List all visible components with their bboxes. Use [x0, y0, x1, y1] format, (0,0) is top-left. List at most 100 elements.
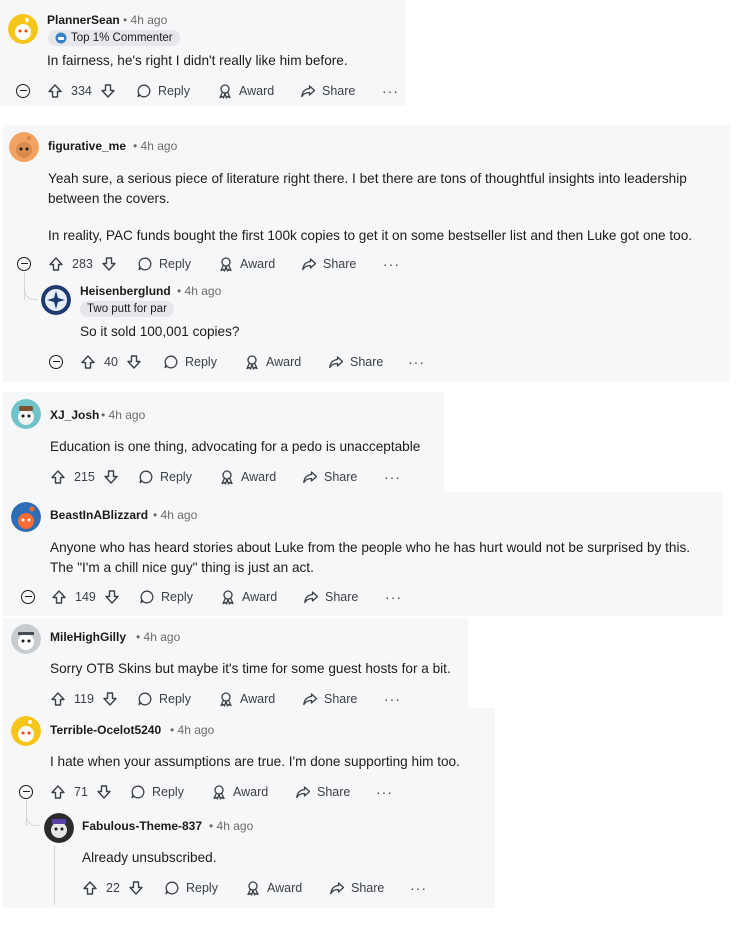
collapse-icon[interactable] [17, 257, 31, 271]
award-label: Award [266, 355, 302, 369]
award-button[interactable]: Award [245, 876, 302, 900]
share-icon [304, 591, 319, 604]
avatar[interactable] [11, 399, 41, 429]
flair-text: Two putt for par [87, 303, 167, 315]
share-button[interactable]: Share [301, 252, 356, 276]
thread-line [54, 845, 55, 905]
award-button[interactable]: Award [219, 465, 276, 489]
reply-button[interactable]: Reply [139, 585, 193, 609]
award-button[interactable]: Award [217, 79, 274, 103]
share-icon [329, 356, 344, 369]
downvote-icon[interactable] [128, 880, 144, 896]
avatar[interactable] [41, 285, 71, 315]
comment-username[interactable]: Fabulous-Theme-837 [82, 819, 202, 833]
vote-control: 40 [80, 350, 142, 374]
comment-username[interactable]: BeastInABlizzard [50, 508, 148, 522]
vote-control: 215 [50, 465, 119, 489]
award-button[interactable]: Award [218, 252, 275, 276]
upvote-icon[interactable] [51, 589, 67, 605]
upvote-icon[interactable] [80, 354, 96, 370]
award-button[interactable]: Award [220, 585, 277, 609]
upvote-icon[interactable] [47, 83, 63, 99]
share-label: Share [317, 785, 351, 799]
reply-button[interactable]: Reply [164, 876, 218, 900]
timestamp-text: 4h ago [216, 819, 254, 833]
award-button[interactable]: Award [244, 350, 301, 374]
avatar[interactable] [11, 624, 41, 654]
reply-button[interactable]: Reply [137, 252, 191, 276]
comment-username[interactable]: MileHighGilly [50, 630, 126, 644]
avatar[interactable] [44, 813, 74, 843]
share-icon [303, 693, 318, 706]
reply-label: Reply [185, 355, 217, 369]
share-icon [330, 882, 345, 895]
flair-text: Top 1% Commenter [71, 32, 173, 44]
avatar[interactable] [8, 14, 38, 44]
vote-count: 149 [75, 590, 96, 604]
comment-timestamp: • 4h ago [177, 284, 222, 298]
award-button[interactable]: Award [211, 780, 268, 804]
comment-body: Anyone who has heard stories about Luke … [50, 538, 690, 578]
collapse-icon[interactable] [49, 355, 63, 369]
comment-username[interactable]: XJ_Josh [50, 408, 99, 422]
comment-text-line: I hate when your assumptions are true. I… [50, 754, 460, 769]
comment-text-line: between the covers. [48, 191, 170, 206]
share-button[interactable]: Share [300, 79, 355, 103]
more-options-icon[interactable]: ··· [385, 588, 402, 612]
comment-username[interactable]: figurative_me [48, 139, 126, 153]
timestamp-text: 4h ago [130, 13, 168, 27]
more-options-icon[interactable]: ··· [382, 82, 399, 106]
collapse-icon[interactable] [21, 590, 35, 604]
share-button[interactable]: Share [302, 465, 357, 489]
comment-timestamp: • 4h ago [170, 723, 215, 737]
collapse-icon[interactable] [16, 84, 30, 98]
share-button[interactable]: Share [329, 876, 384, 900]
comment-username[interactable]: PlannerSean [47, 13, 120, 27]
vote-count: 334 [71, 84, 92, 98]
share-button[interactable]: Share [303, 585, 358, 609]
comment-body: Yeah sure, a serious piece of literature… [48, 169, 692, 246]
downvote-icon[interactable] [102, 691, 118, 707]
collapse-icon[interactable] [19, 785, 33, 799]
downvote-icon[interactable] [104, 589, 120, 605]
upvote-icon[interactable] [50, 469, 66, 485]
reply-button[interactable]: Reply [163, 350, 217, 374]
upvote-icon[interactable] [82, 880, 98, 896]
more-options-icon[interactable]: ··· [408, 353, 425, 377]
comment-timestamp: • 4h ago [209, 819, 254, 833]
award-icon [219, 84, 231, 99]
avatar[interactable] [9, 132, 39, 162]
more-options-icon[interactable]: ··· [410, 879, 427, 903]
share-button[interactable]: Share [295, 780, 350, 804]
comment-body: In fairness, he's right I didn't really … [47, 51, 348, 71]
more-options-icon[interactable]: ··· [383, 255, 400, 279]
reply-button[interactable]: Reply [136, 79, 190, 103]
more-options-icon[interactable]: ··· [376, 783, 393, 807]
reply-icon [164, 355, 178, 369]
upvote-icon[interactable] [50, 784, 66, 800]
comment-text-line: In reality, PAC funds bought the first 1… [48, 228, 693, 243]
comment-text-line: Anyone who has heard stories about Luke … [50, 540, 691, 555]
reply-button[interactable]: Reply [138, 465, 192, 489]
reply-label: Reply [161, 590, 193, 604]
award-icon [220, 692, 232, 707]
downvote-icon[interactable] [126, 354, 142, 370]
reply-icon [139, 470, 153, 484]
reply-label: Reply [152, 785, 184, 799]
comment-timestamp: • 4h ago [123, 13, 168, 27]
downvote-icon[interactable] [100, 83, 116, 99]
comment-username[interactable]: Terrible-Ocelot5240 [50, 723, 161, 737]
downvote-icon[interactable] [96, 784, 112, 800]
comment-body: So it sold 100,001 copies? [80, 322, 239, 342]
avatar[interactable] [11, 716, 41, 746]
upvote-icon[interactable] [50, 691, 66, 707]
downvote-icon[interactable] [101, 256, 117, 272]
share-button[interactable]: Share [328, 350, 383, 374]
downvote-icon[interactable] [103, 469, 119, 485]
more-options-icon[interactable]: ··· [384, 468, 401, 492]
timestamp-text: 4h ago [184, 284, 222, 298]
upvote-icon[interactable] [48, 256, 64, 272]
reply-button[interactable]: Reply [130, 780, 184, 804]
comment-username[interactable]: Heisenberglund [80, 284, 171, 298]
avatar[interactable] [11, 502, 41, 532]
